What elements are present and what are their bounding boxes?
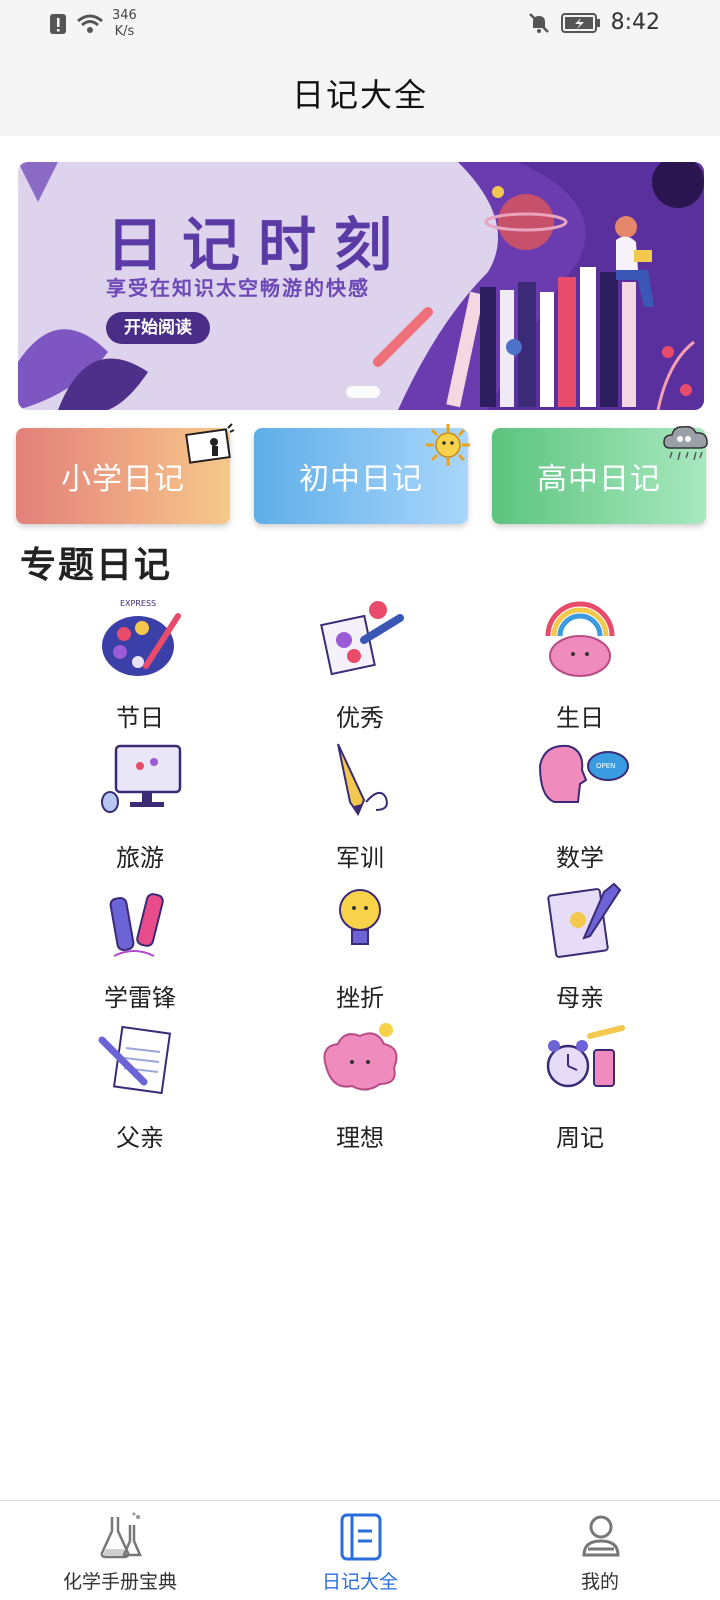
topic-item[interactable]: 父亲 bbox=[30, 1016, 250, 1156]
topic-item[interactable]: 母亲 bbox=[470, 876, 690, 1016]
tab-diary[interactable]: 日记大全 bbox=[240, 1501, 480, 1600]
rainbow-brain-icon bbox=[545, 601, 615, 677]
wifi-icon bbox=[77, 14, 103, 33]
person-icon bbox=[582, 1515, 620, 1557]
computer-icon bbox=[101, 744, 182, 813]
flask-icon bbox=[100, 1512, 142, 1559]
head-bubble-icon: OPEN bbox=[538, 744, 629, 803]
topic-item[interactable]: 优秀 bbox=[250, 596, 470, 736]
notebook-icon bbox=[340, 1513, 382, 1561]
section-title: 专题日记 bbox=[20, 545, 173, 586]
alert-icon bbox=[50, 14, 66, 34]
status-left: 346 K/s bbox=[48, 8, 137, 40]
topic-item[interactable]: EXPRESS 节日 bbox=[30, 596, 250, 736]
topic-item[interactable]: 挫折 bbox=[250, 876, 470, 1016]
status-bar: 346 K/s 8:42 bbox=[0, 0, 720, 50]
page-title: 日记大全 bbox=[291, 76, 428, 114]
cloud-icon bbox=[663, 425, 708, 461]
brain-icon bbox=[323, 1023, 398, 1091]
topic-label: 军训 bbox=[336, 844, 384, 872]
banner-page-indicator bbox=[346, 386, 380, 398]
title-bar: 日记大全 bbox=[0, 50, 720, 136]
grade-card-primary[interactable]: 小学日记 bbox=[16, 423, 235, 524]
lightbulb-icon bbox=[339, 889, 381, 945]
notebook-icon bbox=[547, 882, 622, 958]
topic-label: 母亲 bbox=[556, 984, 604, 1012]
network-speed: 346 K/s bbox=[112, 8, 137, 40]
topic-label: 数学 bbox=[556, 844, 604, 872]
banner[interactable]: 日记时刻 享受在知识太空畅游的快感 开始阅读 bbox=[18, 162, 704, 410]
topic-label: 理想 bbox=[336, 1124, 384, 1152]
topic-label: 挫折 bbox=[336, 984, 384, 1012]
notepad-icon bbox=[98, 1025, 172, 1095]
tab-label: 我的 bbox=[580, 1571, 619, 1593]
grade-card-junior[interactable]: 初中日记 bbox=[254, 424, 470, 524]
banner-title: 日记时刻 bbox=[106, 211, 411, 279]
topic-label: 父亲 bbox=[116, 1124, 164, 1152]
start-reading-button[interactable]: 开始阅读 bbox=[106, 312, 210, 344]
topic-item[interactable]: 旅游 bbox=[30, 736, 250, 876]
palette-icon: EXPRESS bbox=[102, 599, 181, 676]
topic-item[interactable]: 学雷锋 bbox=[30, 876, 250, 1016]
topic-item[interactable]: 理想 bbox=[250, 1016, 470, 1156]
grade-card-label: 初中日记 bbox=[299, 462, 423, 497]
tab-mine[interactable]: 我的 bbox=[480, 1501, 720, 1600]
sun-icon bbox=[426, 424, 470, 466]
svg-text:OPEN: OPEN bbox=[596, 762, 615, 770]
topic-item[interactable]: 军训 bbox=[250, 736, 470, 876]
topic-label: 节日 bbox=[116, 704, 164, 732]
markers-icon bbox=[109, 893, 164, 957]
banner-subtitle: 享受在知识太空畅游的快感 bbox=[106, 276, 370, 300]
network-speed-unit: K/s bbox=[114, 24, 135, 39]
bottom-nav: 化学手册宝典 日记大全 我的 bbox=[0, 1500, 720, 1600]
grade-card-label: 高中日记 bbox=[537, 462, 661, 497]
paint-brush-icon bbox=[320, 601, 404, 676]
battery-icon bbox=[560, 12, 600, 33]
svg-text:EXPRESS: EXPRESS bbox=[120, 599, 156, 608]
topic-label: 学雷锋 bbox=[104, 984, 176, 1012]
topic-item[interactable]: OPEN 数学 bbox=[470, 736, 690, 876]
alarm-clock-icon bbox=[546, 1025, 625, 1088]
topic-label: 生日 bbox=[556, 704, 604, 732]
network-speed-value: 346 bbox=[112, 8, 137, 23]
topic-item[interactable]: 周记 bbox=[470, 1016, 690, 1156]
grade-card-label: 小学日记 bbox=[61, 462, 185, 497]
board-icon bbox=[185, 423, 235, 464]
topic-label: 优秀 bbox=[336, 704, 384, 732]
tab-label: 日记大全 bbox=[321, 1571, 398, 1593]
topic-label: 周记 bbox=[556, 1124, 604, 1152]
mute-bell-icon bbox=[528, 12, 549, 33]
grade-categories: 小学日记 初中日记 高中日记 bbox=[16, 423, 708, 526]
topic-label: 旅游 bbox=[116, 844, 164, 872]
topic-item[interactable]: 生日 bbox=[470, 596, 690, 736]
tab-label: 化学手册宝典 bbox=[62, 1571, 177, 1593]
pencil-icon bbox=[337, 743, 388, 817]
status-right: 8:42 bbox=[527, 10, 660, 35]
clock: 8:42 bbox=[610, 10, 660, 35]
tab-chemistry-handbook[interactable]: 化学手册宝典 bbox=[0, 1501, 240, 1600]
grade-card-senior[interactable]: 高中日记 bbox=[492, 425, 708, 524]
